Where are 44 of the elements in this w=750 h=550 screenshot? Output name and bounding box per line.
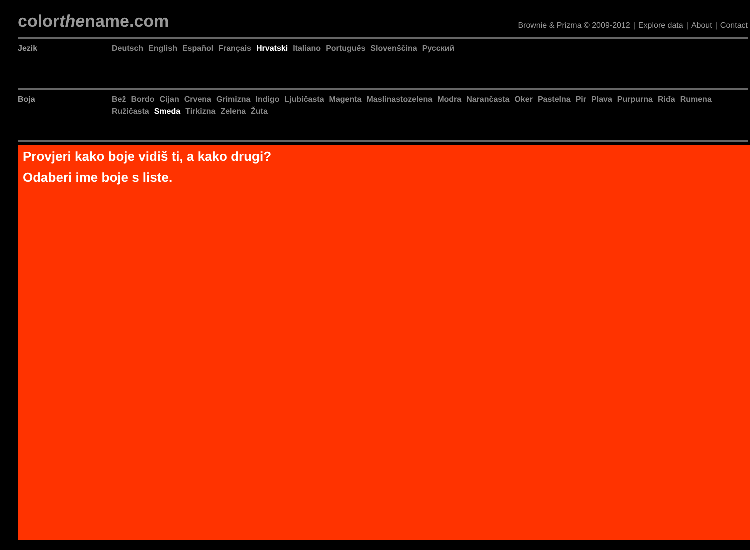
separator: | [686, 21, 688, 30]
color-link[interactable]: Cijan [160, 95, 180, 104]
color-link[interactable]: Žuta [251, 107, 268, 116]
color-link[interactable]: Modra [438, 95, 462, 104]
section-label: Boja [18, 95, 36, 106]
color-link[interactable]: Magenta [329, 95, 362, 104]
color-link[interactable]: Smeda [154, 107, 181, 116]
language-link[interactable]: Français [218, 44, 252, 53]
color-link[interactable]: Pastelna [538, 95, 571, 104]
color-link[interactable]: Plava [592, 95, 612, 104]
color-link[interactable]: Rumena [680, 95, 712, 104]
color-link[interactable]: Tirkizna [186, 107, 216, 116]
language-link[interactable]: English [148, 44, 178, 53]
color-link[interactable]: Grimizna [216, 95, 251, 104]
color-link[interactable]: Maslinastozelena [366, 95, 433, 104]
prompt-text: Provjeri kako boje vidiš ti, a kako drugi? [23, 149, 273, 164]
language-link[interactable]: Hrvatski [256, 44, 288, 53]
color-link[interactable]: Ljubičasta [284, 95, 324, 104]
language-link[interactable]: Slovenščina [370, 44, 418, 53]
nav-link[interactable]: Explore data [638, 21, 684, 30]
language-link[interactable]: Русский [422, 44, 455, 53]
nav-link[interactable]: About [691, 21, 712, 30]
language-link[interactable]: Español [182, 44, 214, 53]
copyright-text: Brownie & Prizma © 2009-2012 [518, 21, 630, 30]
language-link[interactable]: Italiano [293, 44, 322, 53]
color-link[interactable]: Zelena [220, 107, 246, 116]
section-label: Jezik [18, 44, 39, 55]
color-link[interactable]: Oker [514, 95, 533, 104]
color-link[interactable]: Indigo [256, 95, 280, 104]
separator: | [715, 21, 718, 30]
color-link[interactable]: Pir [576, 95, 587, 104]
language-link[interactable]: Português [326, 44, 366, 53]
color-link[interactable]: Narančasta [466, 95, 510, 104]
prompt-text: Odaberi ime boje s liste. [23, 170, 174, 185]
color-link[interactable]: Ružičasta [112, 107, 150, 116]
color-link[interactable]: Purpurna [617, 95, 653, 104]
color-link[interactable]: Riđa [658, 95, 676, 104]
separator: | [633, 21, 636, 30]
color-link[interactable]: Bež [112, 95, 126, 104]
color-link[interactable]: Crvena [184, 95, 212, 104]
site-logo[interactable]: colorthename.com [18, 12, 170, 32]
color-link[interactable]: Bordo [131, 95, 155, 104]
language-link[interactable]: Deutsch [112, 44, 144, 53]
nav-link[interactable]: Contact [720, 21, 748, 30]
